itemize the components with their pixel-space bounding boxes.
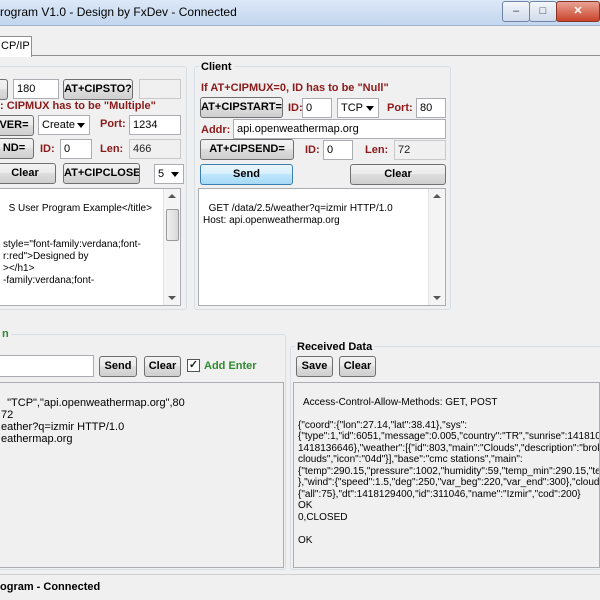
client-len-value: 72 — [394, 140, 446, 160]
cipclose-button[interactable]: AT+CIPCLOSE= — [63, 163, 140, 184]
timeout-input[interactable]: 180 — [13, 79, 59, 99]
server-port-label: Port: — [100, 118, 126, 130]
received-save-button[interactable]: Save — [296, 356, 333, 377]
client-group-title: Client — [199, 61, 234, 73]
client-send-id-input[interactable]: 0 — [323, 140, 353, 160]
client-id-input[interactable]: 0 — [302, 98, 332, 118]
minimize-button[interactable]: – — [502, 1, 530, 22]
terminal-clear-button[interactable]: Clear — [144, 356, 181, 377]
server-memo-text: S User Program Example</title> style="fo… — [3, 203, 152, 286]
client-addr-label: Addr: — [201, 124, 231, 136]
server-mode-value: Create — [42, 119, 76, 131]
client-addr-input[interactable]: api.openweathermap.org — [233, 119, 446, 139]
server-create-button[interactable]: VER= — [0, 115, 34, 136]
scroll-up-icon[interactable] — [168, 194, 176, 198]
tab-tcp-ip[interactable]: CP/IP — [0, 36, 32, 57]
client-memo-text: GET /data/2.5/weather?q=izmir HTTP/1.0 H… — [203, 203, 393, 226]
client-port-input[interactable]: 80 — [416, 98, 446, 118]
server-mux-note: : CIPMUX has to be "Multiple" — [0, 100, 156, 112]
chevron-down-icon — [366, 106, 374, 111]
client-len-label: Len: — [365, 144, 389, 156]
server-port-input[interactable]: 1234 — [129, 115, 181, 135]
received-data-text[interactable]: Access-Control-Allow-Methods: GET, POST … — [293, 382, 600, 568]
chevron-down-icon — [77, 123, 85, 128]
client-send-id-label: ID: — [305, 144, 320, 156]
server-memo-scrollbar[interactable] — [163, 189, 180, 305]
server-data-memo[interactable]: S User Program Example</title> style="fo… — [0, 188, 181, 306]
terminal-group-title: n — [0, 328, 11, 340]
client-clear-button[interactable]: Clear — [350, 164, 446, 185]
window-title: rogram V1.0 - Design by FxDev - Connecte… — [0, 5, 237, 19]
close-window-button[interactable]: ✕ — [556, 1, 600, 22]
server-clear-button[interactable]: Clear — [0, 163, 56, 184]
maximize-button[interactable]: □ — [529, 1, 557, 22]
client-memo-scrollbar[interactable] — [428, 189, 445, 305]
server-id-input[interactable]: 0 — [60, 139, 92, 159]
received-group-title: Received Data — [295, 341, 375, 353]
add-enter-checkbox[interactable]: ✓ — [187, 359, 200, 372]
cipsto-result — [139, 79, 181, 99]
client-id-label: ID: — [288, 102, 303, 114]
server-mode-select[interactable]: Create — [38, 115, 90, 135]
close-id-select[interactable]: 5 — [154, 164, 184, 184]
title-bar: rogram V1.0 - Design by FxDev - Connecte… — [0, 0, 600, 26]
timeout-button[interactable] — [0, 79, 8, 100]
terminal-log-text: "TCP","api.openweathermap.org",80 72 eat… — [1, 397, 185, 445]
scroll-down-icon[interactable] — [433, 296, 441, 300]
cipsto-button[interactable]: AT+CIPSTO? — [63, 79, 133, 100]
server-len-value: 466 — [129, 139, 181, 159]
status-text: ogram - Connected — [0, 581, 101, 593]
terminal-send-button[interactable]: Send — [99, 356, 137, 377]
cipstart-button[interactable]: AT+CIPSTART= — [200, 97, 283, 118]
client-send-button[interactable]: Send — [200, 164, 293, 185]
terminal-log[interactable]: "TCP","api.openweathermap.org",80 72 eat… — [0, 382, 284, 568]
client-port-label: Port: — [387, 102, 413, 114]
server-send-button[interactable]: ND= — [0, 138, 34, 159]
protocol-value: TCP — [341, 102, 363, 114]
command-input[interactable] — [0, 355, 94, 377]
cipsend-button[interactable]: AT+CIPSEND= — [200, 139, 294, 160]
scroll-up-icon[interactable] — [433, 194, 441, 198]
scroll-thumb[interactable] — [166, 209, 179, 241]
server-id-label: ID: — [40, 143, 55, 155]
chevron-down-icon — [171, 172, 179, 177]
add-enter-label: Add Enter — [204, 360, 257, 372]
close-id-value: 5 — [158, 168, 165, 180]
protocol-select[interactable]: TCP — [337, 98, 379, 118]
client-mux-note: If AT+CIPMUX=0, ID has to be "Null" — [201, 82, 389, 94]
received-text: Access-Control-Allow-Methods: GET, POST … — [298, 396, 600, 546]
received-clear-button[interactable]: Clear — [339, 356, 376, 377]
status-bar: ogram - Connected — [0, 574, 600, 600]
client-data-memo[interactable]: GET /data/2.5/weather?q=izmir HTTP/1.0 H… — [198, 188, 446, 306]
server-len-label: Len: — [100, 143, 124, 155]
scroll-down-icon[interactable] — [168, 296, 176, 300]
tab-strip: CP/IP — [0, 32, 600, 57]
